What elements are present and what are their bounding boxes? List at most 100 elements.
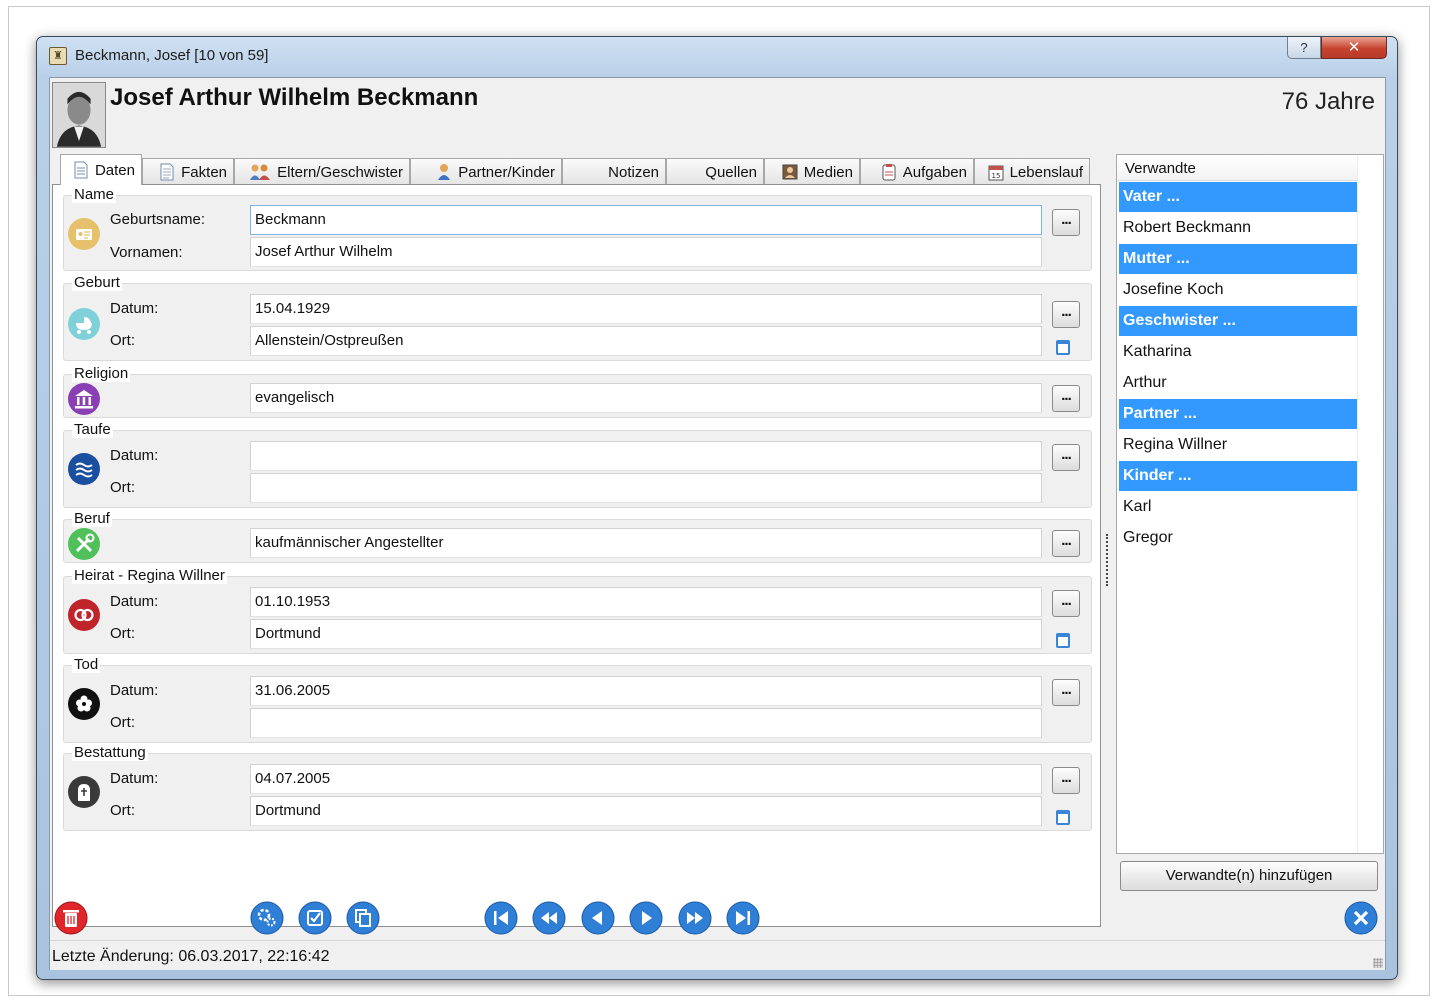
occupation-group: Beruf kaufmännischer Angestellter ... bbox=[63, 510, 1092, 563]
relative-robert-beckmann[interactable]: Robert Beckmann bbox=[1119, 213, 1357, 243]
tab-label: Medien bbox=[803, 163, 853, 181]
burial-place-field[interactable]: Dortmund bbox=[250, 796, 1042, 826]
burial-date-field[interactable]: 04.07.2005 bbox=[250, 764, 1042, 794]
tab-quellen[interactable]: Quellen bbox=[666, 158, 764, 185]
calendar-icon[interactable] bbox=[1056, 340, 1070, 355]
person-age: 76 Jahre bbox=[1281, 88, 1375, 115]
religion-more-button[interactable]: ... bbox=[1052, 385, 1080, 412]
death-date-field[interactable]: 31.06.2005 bbox=[250, 676, 1042, 706]
relatives-scrollbar[interactable] bbox=[1357, 155, 1383, 853]
trash-icon bbox=[54, 901, 88, 935]
occupation-field[interactable]: kaufmännischer Angestellter bbox=[250, 528, 1042, 558]
name-more-button[interactable]: ... bbox=[1052, 209, 1080, 236]
group-title: Tod bbox=[72, 656, 101, 673]
checklist-button[interactable] bbox=[298, 901, 332, 935]
group-title: Religion bbox=[72, 365, 131, 382]
panel-splitter[interactable] bbox=[1106, 534, 1109, 586]
rings-icon bbox=[68, 599, 100, 631]
tab-label: Aufgaben bbox=[902, 163, 967, 181]
birth-place-label: Ort: bbox=[110, 332, 135, 349]
settings-icon bbox=[250, 901, 284, 935]
first-record-icon bbox=[484, 901, 518, 935]
previous-icon bbox=[581, 901, 615, 935]
settings-button[interactable] bbox=[250, 901, 284, 935]
help-button[interactable]: ? bbox=[1287, 37, 1321, 59]
copy-button[interactable] bbox=[346, 901, 380, 935]
checklist-icon bbox=[298, 901, 332, 935]
calendar-icon[interactable] bbox=[1056, 633, 1070, 648]
religion-field[interactable]: evangelisch bbox=[250, 383, 1042, 413]
family-icon bbox=[249, 163, 271, 181]
relatives-panel: Verwandte Vater ... Robert Beckmann Mutt… bbox=[1116, 154, 1384, 854]
marriage-more-button[interactable]: ... bbox=[1052, 590, 1080, 617]
close-dialog-button[interactable] bbox=[1344, 901, 1378, 935]
burial-place-label: Ort: bbox=[110, 802, 135, 819]
first-record-button[interactable] bbox=[484, 901, 518, 935]
death-more-button[interactable]: ... bbox=[1052, 679, 1080, 706]
relatives-heading-partner[interactable]: Partner ... bbox=[1119, 399, 1357, 429]
relative-arthur[interactable]: Arthur bbox=[1119, 368, 1357, 398]
marriage-group: Heirat - Regina Willner Datum: 01.10.195… bbox=[63, 567, 1092, 654]
tab-label: Notizen bbox=[608, 163, 659, 181]
relatives-heading-kinder[interactable]: Kinder ... bbox=[1119, 461, 1357, 491]
baptism-more-button[interactable]: ... bbox=[1052, 444, 1080, 471]
window-title: Beckmann, Josef [10 von 59] bbox=[75, 47, 269, 64]
baptism-place-label: Ort: bbox=[110, 479, 135, 496]
person-photo[interactable] bbox=[52, 82, 106, 148]
firstnames-field[interactable]: Josef Arthur Wilhelm bbox=[250, 237, 1042, 267]
tab-eltern-geschwister[interactable]: Eltern/Geschwister bbox=[234, 158, 410, 185]
group-title: Name bbox=[72, 186, 117, 203]
previous-button[interactable] bbox=[581, 901, 615, 935]
relative-karl[interactable]: Karl bbox=[1119, 492, 1357, 522]
tab-notizen[interactable]: Notizen bbox=[562, 158, 666, 185]
death-group: Tod Datum: 31.06.2005 ... Ort: bbox=[63, 656, 1092, 743]
baptism-group: Taufe Datum: ... Ort: bbox=[63, 421, 1092, 508]
marriage-date-field[interactable]: 01.10.1953 bbox=[250, 587, 1042, 617]
next-button[interactable] bbox=[629, 901, 663, 935]
birth-date-field[interactable]: 15.04.1929 bbox=[250, 294, 1042, 324]
relatives-header: Verwandte bbox=[1117, 155, 1357, 181]
relatives-heading-vater[interactable]: Vater ... bbox=[1119, 182, 1357, 212]
status-bar: Letzte Änderung: 06.03.2017, 22:16:42 bbox=[50, 940, 1385, 970]
person-dialog-window: ♜ Beckmann, Josef [10 von 59] ? ✕ Josef … bbox=[36, 36, 1398, 980]
id-card-icon bbox=[68, 218, 100, 250]
birth-place-field[interactable]: Allenstein/Ostpreußen bbox=[250, 326, 1042, 356]
last-record-button[interactable] bbox=[726, 901, 760, 935]
marriage-place-label: Ort: bbox=[110, 625, 135, 642]
marriage-place-field[interactable]: Dortmund bbox=[250, 619, 1042, 649]
calendar-icon: 15 bbox=[988, 163, 1004, 181]
tab-aufgaben[interactable]: Aufgaben bbox=[860, 158, 974, 185]
dialog-content: Josef Arthur Wilhelm Beckmann 76 Jahre D… bbox=[49, 77, 1386, 970]
tab-medien[interactable]: Medien bbox=[764, 158, 860, 185]
burial-date-label: Datum: bbox=[110, 770, 159, 787]
relatives-heading-mutter[interactable]: Mutter ... bbox=[1119, 244, 1357, 274]
church-icon bbox=[68, 383, 100, 415]
baptism-date-field[interactable] bbox=[250, 441, 1042, 471]
tab-lebenslauf[interactable]: 15 Lebenslauf bbox=[974, 158, 1090, 185]
tab-partner-kinder[interactable]: Partner/Kinder bbox=[410, 158, 562, 185]
last-change-text: Letzte Änderung: 06.03.2017, 22:16:42 bbox=[52, 948, 330, 965]
birthname-field[interactable]: Beckmann bbox=[250, 205, 1042, 235]
occupation-more-button[interactable]: ... bbox=[1052, 530, 1080, 557]
burial-more-button[interactable]: ... bbox=[1052, 767, 1080, 794]
add-relatives-button[interactable]: Verwandte(n) hinzufügen bbox=[1120, 861, 1378, 891]
tab-daten[interactable]: Daten bbox=[60, 154, 142, 185]
tab-label: Quellen bbox=[705, 163, 757, 181]
rewind-button[interactable] bbox=[532, 901, 566, 935]
resize-grip[interactable] bbox=[1373, 958, 1383, 968]
window-close-button[interactable]: ✕ bbox=[1321, 37, 1387, 59]
birth-more-button[interactable]: ... bbox=[1052, 301, 1080, 328]
tab-strip: Daten Fakten Eltern/Geschwister Partner/… bbox=[52, 154, 1101, 185]
death-place-field[interactable] bbox=[250, 708, 1042, 738]
relatives-heading-geschwister[interactable]: Geschwister ... bbox=[1119, 306, 1357, 336]
relative-regina-willner[interactable]: Regina Willner bbox=[1119, 430, 1357, 460]
calendar-icon[interactable] bbox=[1056, 810, 1070, 825]
relative-katharina[interactable]: Katharina bbox=[1119, 337, 1357, 367]
tab-fakten[interactable]: Fakten bbox=[142, 158, 234, 185]
fast-forward-button[interactable] bbox=[678, 901, 712, 935]
relative-josefine-koch[interactable]: Josefine Koch bbox=[1119, 275, 1357, 305]
baptism-place-field[interactable] bbox=[250, 473, 1042, 503]
relative-gregor[interactable]: Gregor bbox=[1119, 523, 1357, 553]
baptism-date-label: Datum: bbox=[110, 447, 159, 464]
delete-button[interactable] bbox=[54, 901, 88, 935]
